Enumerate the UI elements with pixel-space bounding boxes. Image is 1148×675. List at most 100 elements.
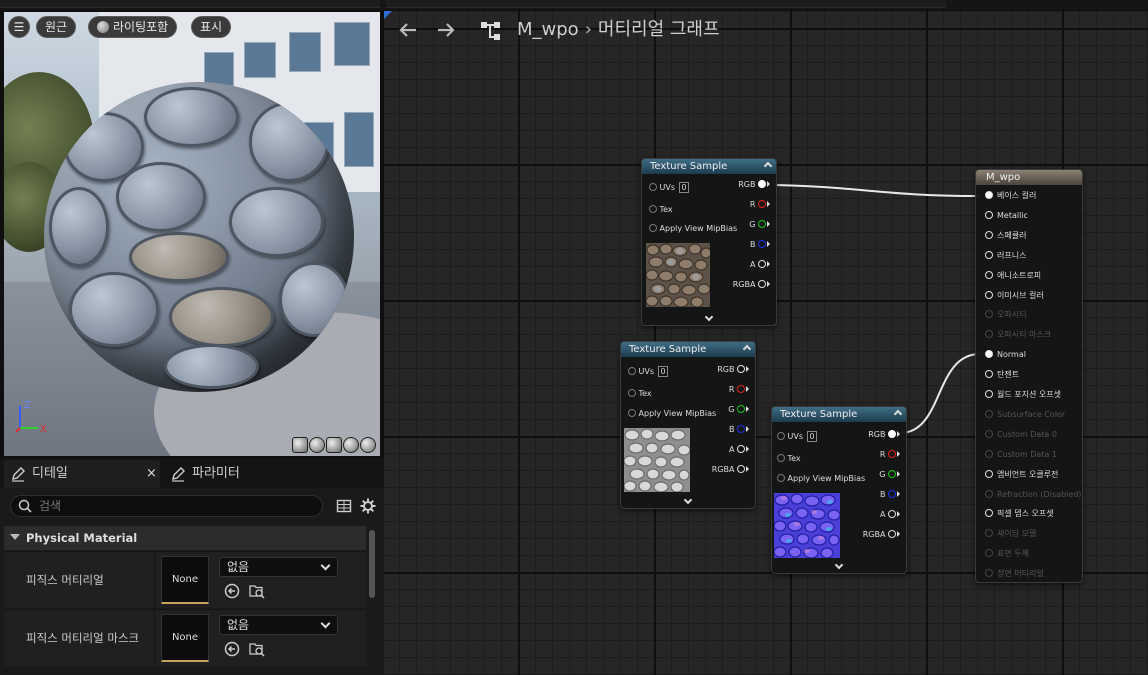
result-input-pin[interactable]: 이미시브 컬러: [985, 290, 1044, 302]
output-pin-r[interactable]: R: [750, 199, 770, 211]
gear-icon[interactable]: [360, 498, 376, 514]
cube-shape-icon[interactable]: [343, 437, 359, 453]
pin-icon: [737, 385, 745, 393]
input-pin-uvs[interactable]: UVs 0: [628, 366, 669, 378]
chevron-up-icon[interactable]: [763, 161, 773, 171]
result-input-pin[interactable]: 앰비언트 오클루전: [985, 469, 1058, 481]
cylinder-shape-icon[interactable]: [292, 437, 308, 453]
input-pin-tex[interactable]: Tex: [649, 204, 673, 216]
preview-viewport[interactable]: ☰ 원근 라이팅포함 표시 Z X: [4, 12, 380, 456]
node-title[interactable]: Texture Sample: [621, 342, 755, 357]
output-pin-rgba[interactable]: RGBA: [863, 529, 900, 541]
output-pin-rgb[interactable]: RGB: [717, 364, 749, 376]
output-pin-g[interactable]: G: [728, 404, 749, 416]
details-scrollbar[interactable]: [369, 530, 375, 598]
result-input-pin[interactable]: 오파시티: [985, 309, 1026, 321]
result-input-pin[interactable]: 셰이딩 모델: [985, 528, 1036, 540]
output-pin-rgba[interactable]: RGBA: [733, 279, 770, 291]
result-input-pin[interactable]: 월드 포지션 오프셋: [985, 389, 1061, 401]
browse-asset-icon[interactable]: [249, 641, 265, 657]
output-pin-g[interactable]: G: [749, 219, 770, 231]
result-input-pin[interactable]: Subsurface Color: [985, 409, 1065, 421]
result-input-pin[interactable]: 베이스 컬러: [985, 190, 1036, 202]
result-input-pin[interactable]: 스페큘러: [985, 230, 1026, 242]
input-pin-mipbias[interactable]: Apply View MipBias: [628, 408, 716, 420]
back-arrow-icon[interactable]: [398, 22, 418, 38]
sphere-shape-icon[interactable]: [309, 437, 325, 453]
output-pin-a[interactable]: A: [880, 509, 900, 521]
result-input-pin[interactable]: 오파시티 마스크: [985, 329, 1051, 341]
asset-thumbnail[interactable]: None: [161, 614, 209, 662]
output-pin-rgb[interactable]: RGB: [738, 179, 770, 191]
texture-sample-node[interactable]: Texture Sample UVs 0 Tex Apply View MipBi…: [771, 406, 907, 574]
input-pin-mipbias[interactable]: Apply View MipBias: [649, 223, 737, 235]
input-pin-uvs[interactable]: UVs 0: [649, 182, 690, 194]
node-title[interactable]: M_wpo: [976, 170, 1082, 185]
output-pin-r[interactable]: R: [729, 384, 749, 396]
output-pin-rgb[interactable]: RGB: [868, 429, 900, 441]
result-input-pin[interactable]: 러프니스: [985, 250, 1026, 262]
breadcrumb-asset[interactable]: M_wpo: [517, 19, 579, 40]
output-pin-b[interactable]: B: [729, 424, 749, 436]
output-pin-rgba[interactable]: RGBA: [712, 464, 749, 476]
preview-shape-selector[interactable]: [291, 437, 376, 453]
output-pin-g[interactable]: G: [879, 469, 900, 481]
node-expand[interactable]: [621, 495, 755, 505]
use-selected-asset-icon[interactable]: [224, 583, 240, 599]
output-pin-a[interactable]: A: [729, 444, 749, 456]
material-result-node[interactable]: M_wpo 베이스 컬러 Metallic 스페큘러러프니스애니소트로피이미시브 컬…: [975, 169, 1083, 583]
uv-index-field[interactable]: 0: [658, 366, 669, 377]
show-button[interactable]: 표시: [191, 16, 232, 38]
node-title[interactable]: Texture Sample: [642, 159, 776, 174]
result-input-pin[interactable]: Custom Data 1: [985, 449, 1057, 461]
chevron-up-icon[interactable]: [893, 409, 903, 419]
use-selected-asset-icon[interactable]: [224, 641, 240, 657]
result-input-pin[interactable]: Custom Data 0: [985, 429, 1057, 441]
result-input-pin[interactable]: 픽셀 뎁스 오프셋: [985, 508, 1054, 520]
result-input-pin[interactable]: 정면 머티리얼: [985, 568, 1044, 580]
tab-details[interactable]: 디테일 ×: [4, 460, 160, 488]
asset-picker-dropdown[interactable]: 없음: [219, 557, 338, 577]
result-input-pin[interactable]: Normal: [985, 349, 1026, 361]
lighting-mode-button[interactable]: 라이팅포함: [88, 16, 178, 38]
input-pin-uvs[interactable]: UVs 0: [777, 431, 818, 443]
texture-sample-node[interactable]: Texture Sample UVs 0 Tex Apply View MipBi…: [641, 158, 777, 326]
asset-picker-dropdown[interactable]: 없음: [219, 615, 338, 635]
output-pin-r[interactable]: R: [880, 449, 900, 461]
result-input-pin[interactable]: 탄젠트: [985, 369, 1019, 381]
result-input-pin[interactable]: 애니소트로피: [985, 270, 1041, 282]
search-input[interactable]: 검색: [10, 495, 323, 517]
forward-arrow-icon[interactable]: [436, 22, 456, 38]
table-view-icon[interactable]: [336, 498, 352, 514]
pin-label: 러프니스: [997, 250, 1027, 260]
chevron-up-icon[interactable]: [742, 344, 752, 354]
input-pin-tex[interactable]: Tex: [777, 453, 801, 465]
output-pin-a[interactable]: A: [750, 259, 770, 271]
input-pin-mipbias[interactable]: Apply View MipBias: [777, 473, 865, 485]
material-graph-canvas[interactable]: M_wpo › 머티리얼 그래프 Texture Sample UVs 0 Tex A…: [384, 11, 1148, 675]
pin-icon: [888, 470, 896, 478]
result-input-pin[interactable]: 표면 두께: [985, 548, 1029, 560]
viewport-menu-button[interactable]: ☰: [8, 16, 30, 38]
uv-index-field[interactable]: 0: [807, 431, 818, 442]
node-title[interactable]: Texture Sample: [772, 407, 906, 422]
category-header[interactable]: Physical Material: [4, 526, 366, 550]
input-pin-tex[interactable]: Tex: [628, 388, 652, 400]
plane-shape-icon[interactable]: [326, 437, 342, 453]
perspective-button[interactable]: 원근: [36, 16, 77, 38]
asset-thumbnail[interactable]: None: [161, 556, 209, 604]
tab-parameters[interactable]: 파라미터: [164, 460, 324, 488]
texture-sample-node[interactable]: Texture Sample UVs 0 Tex Apply View MipBi…: [620, 341, 756, 509]
node-expand[interactable]: [772, 560, 906, 570]
output-pin-b[interactable]: B: [750, 239, 770, 251]
breadcrumb-graph[interactable]: 머티리얼 그래프: [598, 19, 720, 40]
output-pin-b[interactable]: B: [880, 489, 900, 501]
result-input-pin[interactable]: Refraction (Disabled): [985, 489, 1081, 501]
node-expand[interactable]: [642, 312, 776, 322]
close-icon[interactable]: ×: [146, 462, 160, 486]
result-input-pin[interactable]: Metallic: [985, 210, 1028, 222]
browse-asset-icon[interactable]: [249, 583, 265, 599]
teapot-shape-icon[interactable]: [360, 437, 376, 453]
uv-index-field[interactable]: 0: [679, 182, 690, 193]
pin-arrow-icon: [767, 241, 770, 247]
